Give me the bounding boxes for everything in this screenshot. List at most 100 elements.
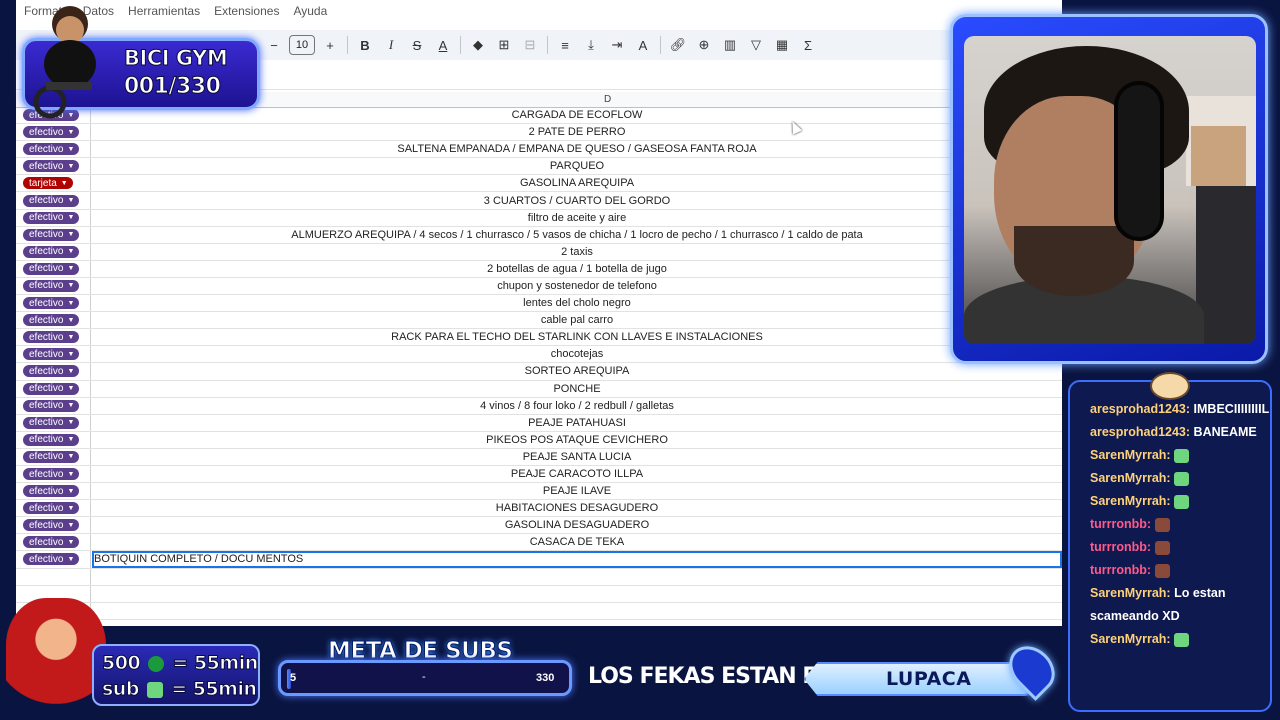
borders-icon[interactable]: ⊞ <box>491 33 517 57</box>
chevron-down-icon[interactable]: ▼ <box>67 505 74 512</box>
payment-dropdown-chip[interactable]: efectivo ▼ <box>23 228 80 241</box>
font-size-input[interactable]: 10 <box>289 35 315 55</box>
description-cell[interactable]: PEAJE PATAHUASI <box>92 415 1062 431</box>
payment-cell[interactable]: efectivo ▼ <box>16 346 91 363</box>
payment-dropdown-chip[interactable]: efectivo ▼ <box>23 297 80 310</box>
payment-cell[interactable]: efectivo ▼ <box>16 192 91 209</box>
vertical-align-icon[interactable]: ⤓ <box>578 33 604 57</box>
description-cell[interactable]: chocotejas <box>92 346 1062 362</box>
description-cell[interactable]: PIKEOS POS ATAQUE CEVICHERO <box>92 432 1062 448</box>
menu-extensiones[interactable]: Extensiones <box>214 4 279 22</box>
payment-dropdown-chip[interactable]: efectivo ▼ <box>23 126 80 139</box>
payment-dropdown-chip[interactable]: efectivo ▼ <box>23 519 80 532</box>
chevron-down-icon[interactable]: ▼ <box>67 436 74 443</box>
chat-username[interactable]: aresprohad1243: <box>1090 402 1190 416</box>
payment-cell[interactable]: efectivo ▼ <box>16 226 91 243</box>
filter-views-icon[interactable]: ▦ <box>769 33 795 57</box>
description-cell[interactable]: filtro de aceite y aire <box>92 210 1062 226</box>
chevron-down-icon[interactable]: ▼ <box>67 163 74 170</box>
insert-link-icon[interactable]: 🔗︎ <box>665 33 691 57</box>
description-cell[interactable]: lentes del cholo negro <box>92 295 1062 311</box>
description-cell[interactable]: 2 PATE DE PERRO <box>92 124 1062 140</box>
payment-cell[interactable]: efectivo ▼ <box>16 431 91 448</box>
description-cell[interactable]: PONCHE <box>92 381 1062 397</box>
payment-dropdown-chip[interactable]: efectivo ▼ <box>23 365 80 378</box>
payment-dropdown-chip[interactable]: efectivo ▼ <box>23 314 80 327</box>
payment-cell[interactable]: efectivo ▼ <box>16 483 91 500</box>
filter-icon[interactable]: ▽ <box>743 33 769 57</box>
payment-dropdown-chip[interactable]: efectivo ▼ <box>23 502 80 515</box>
chat-username[interactable]: turrronbb: <box>1090 540 1151 554</box>
description-cell[interactable]: ALMUERZO AREQUIPA / 4 secos / 1 churrasc… <box>92 227 1062 243</box>
description-cell[interactable]: GASOLINA DESAGUADERO <box>92 517 1062 533</box>
italic-icon[interactable]: I <box>378 33 404 57</box>
payment-cell[interactable]: efectivo ▼ <box>16 158 91 175</box>
description-cell[interactable]: CASACA DE TEKA <box>92 534 1062 550</box>
merge-cells-icon[interactable]: ⊟ <box>517 33 543 57</box>
payment-dropdown-chip[interactable]: efectivo ▼ <box>23 416 80 429</box>
payment-cell[interactable]: tarjeta ▼ <box>16 175 91 192</box>
chevron-down-icon[interactable]: ▼ <box>67 129 74 136</box>
chevron-down-icon[interactable]: ▼ <box>67 197 74 204</box>
payment-dropdown-chip[interactable]: efectivo ▼ <box>23 399 80 412</box>
chevron-down-icon[interactable]: ▼ <box>67 488 74 495</box>
chat-username[interactable]: SarenMyrrah: <box>1090 448 1171 462</box>
payment-dropdown-chip[interactable]: efectivo ▼ <box>23 536 80 549</box>
payment-cell[interactable]: efectivo ▼ <box>16 141 91 158</box>
chat-username[interactable]: SarenMyrrah: <box>1090 586 1171 600</box>
payment-dropdown-chip[interactable]: efectivo ▼ <box>23 553 80 566</box>
decrease-font-size-button[interactable]: − <box>261 33 287 57</box>
payment-cell[interactable]: efectivo ▼ <box>16 260 91 277</box>
menu-herramientas[interactable]: Herramientas <box>128 4 200 22</box>
chevron-down-icon[interactable]: ▼ <box>67 214 74 221</box>
chevron-down-icon[interactable]: ▼ <box>67 385 74 392</box>
insert-chart-icon[interactable]: ▥ <box>717 33 743 57</box>
payment-dropdown-chip[interactable]: efectivo ▼ <box>23 433 80 446</box>
chevron-down-icon[interactable]: ▼ <box>67 248 74 255</box>
payment-cell[interactable]: efectivo ▼ <box>16 312 91 329</box>
empty-row[interactable] <box>16 568 1062 586</box>
description-cell[interactable]: PARQUEO <box>92 158 1062 174</box>
chevron-down-icon[interactable]: ▼ <box>67 556 74 563</box>
chat-username[interactable]: SarenMyrrah: <box>1090 471 1171 485</box>
description-cell[interactable]: GASOLINA AREQUIPA <box>92 175 1062 191</box>
payment-dropdown-chip[interactable]: efectivo ▼ <box>23 194 80 207</box>
payment-cell[interactable]: efectivo ▼ <box>16 500 91 517</box>
functions-icon[interactable]: Σ <box>795 33 821 57</box>
payment-cell[interactable]: efectivo ▼ <box>16 277 91 295</box>
description-cell[interactable]: cable pal carro <box>92 312 1062 328</box>
payment-cell[interactable]: efectivo ▼ <box>16 448 91 465</box>
payment-dropdown-chip[interactable]: efectivo ▼ <box>23 331 80 344</box>
chevron-down-icon[interactable]: ▼ <box>67 317 74 324</box>
chat-username[interactable]: turrronbb: <box>1090 517 1151 531</box>
description-cell[interactable]: 4 vinos / 8 four loko / 2 redbull / gall… <box>92 398 1062 414</box>
payment-dropdown-chip[interactable]: efectivo ▼ <box>23 382 80 395</box>
payment-cell[interactable]: efectivo ▼ <box>16 551 91 568</box>
chevron-down-icon[interactable]: ▼ <box>67 453 74 460</box>
chevron-down-icon[interactable]: ▼ <box>67 522 74 529</box>
payment-dropdown-chip[interactable]: efectivo ▼ <box>23 245 80 258</box>
empty-cell[interactable] <box>16 568 91 585</box>
payment-dropdown-chip[interactable]: efectivo ▼ <box>23 262 80 275</box>
chevron-down-icon[interactable]: ▼ <box>67 471 74 478</box>
chevron-down-icon[interactable]: ▼ <box>61 180 68 187</box>
chevron-down-icon[interactable]: ▼ <box>67 282 74 289</box>
payment-dropdown-chip[interactable]: efectivo ▼ <box>23 450 80 463</box>
text-color-icon[interactable]: A <box>430 33 456 57</box>
chevron-down-icon[interactable]: ▼ <box>67 265 74 272</box>
column-d-label[interactable]: D <box>604 94 611 105</box>
description-cell[interactable]: SORTEO AREQUIPA <box>92 363 1062 379</box>
chevron-down-icon[interactable]: ▼ <box>67 402 74 409</box>
insert-comment-icon[interactable]: ⊕ <box>691 33 717 57</box>
payment-cell[interactable]: efectivo ▼ <box>16 414 91 431</box>
payment-dropdown-chip[interactable]: efectivo ▼ <box>23 485 80 498</box>
description-cell[interactable]: RACK PARA EL TECHO DEL STARLINK CON LLAV… <box>92 329 1062 345</box>
fill-color-icon[interactable]: ◆ <box>465 33 491 57</box>
menu-ayuda[interactable]: Ayuda <box>293 4 327 22</box>
payment-cell[interactable]: efectivo ▼ <box>16 243 91 260</box>
empty-row[interactable] <box>16 585 1062 603</box>
chevron-down-icon[interactable]: ▼ <box>67 351 74 358</box>
chevron-down-icon[interactable]: ▼ <box>67 231 74 238</box>
bold-icon[interactable]: B <box>352 33 378 57</box>
chevron-down-icon[interactable]: ▼ <box>67 539 74 546</box>
